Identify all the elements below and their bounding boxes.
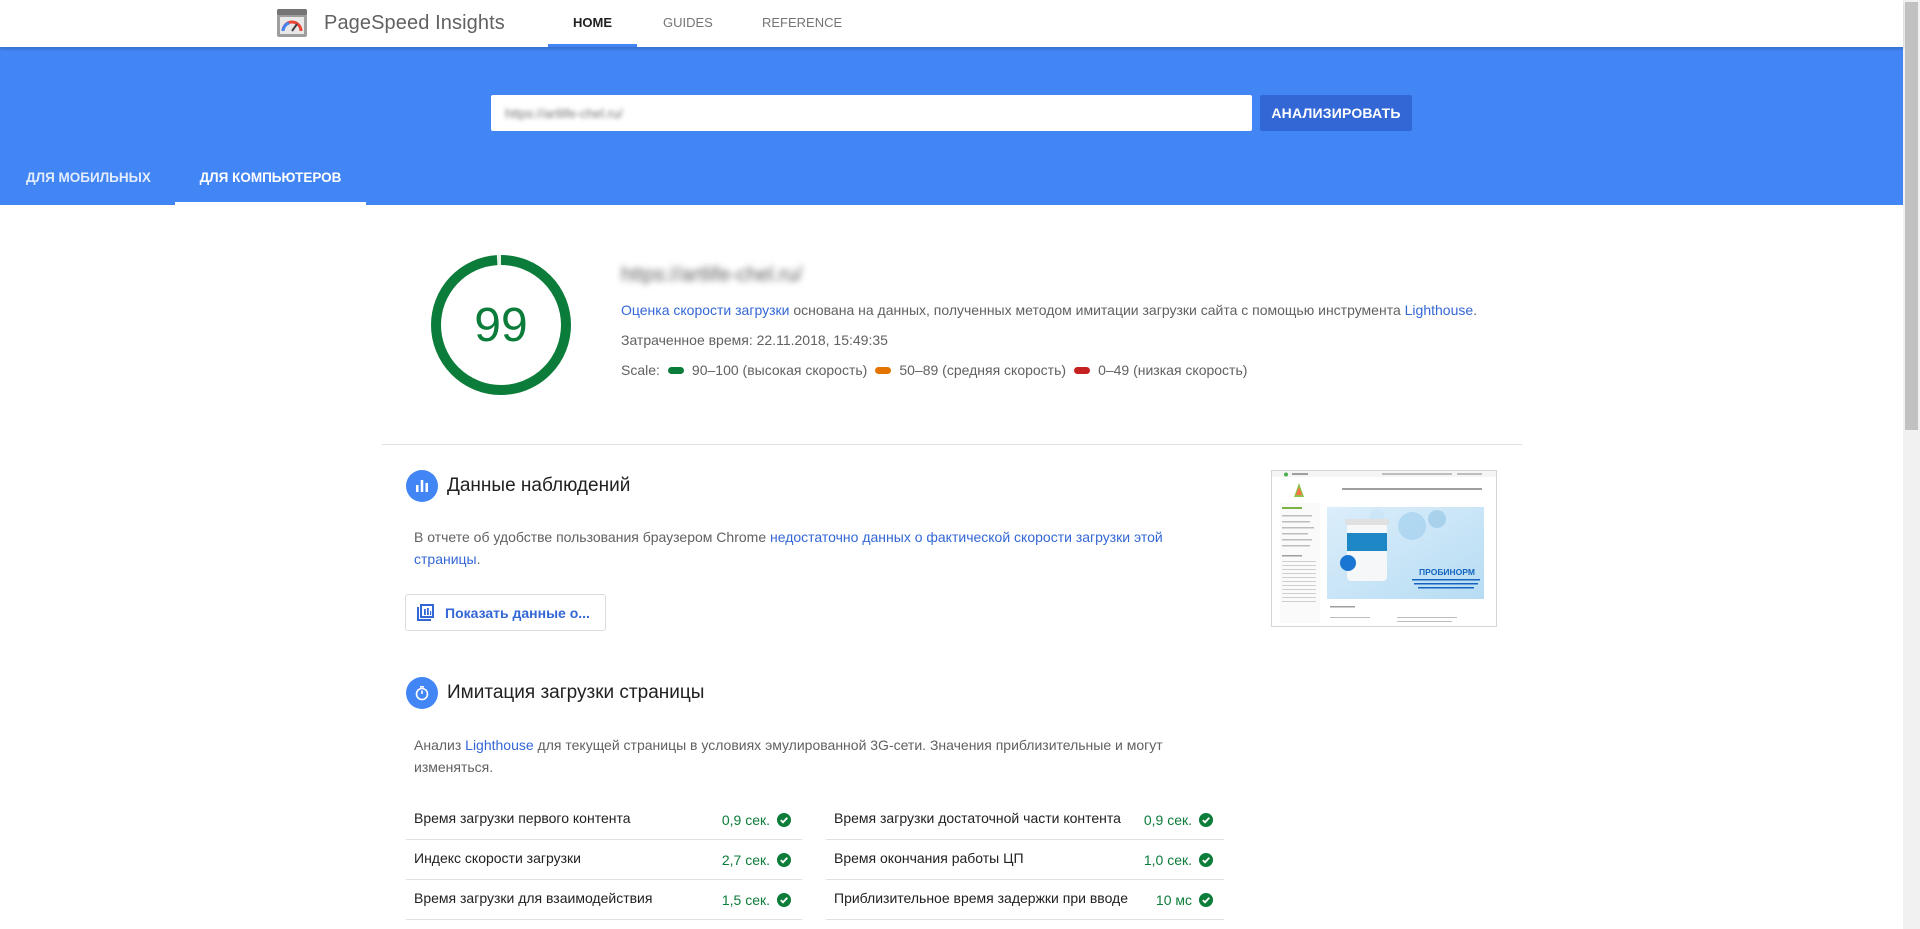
check-icon (777, 813, 791, 827)
scale-item-average: 50–89 (средняя скорость) (867, 362, 1066, 378)
slow-indicator-icon (1074, 366, 1091, 374)
url-input[interactable]: https://artlife-chel.ru/ (491, 95, 1252, 131)
metric-value: 1,5 сек. (721, 892, 770, 908)
analyzed-url: https://artlife-chel.ru/ (621, 264, 803, 286)
metric-row: Приблизительное время задержки при вводе… (826, 880, 1224, 920)
show-origin-data-label: Показать данные о... (445, 604, 590, 621)
divider (382, 444, 1522, 445)
lab-data-text: Анализ Lighthouse для текущей страницы в… (414, 734, 1163, 778)
metric-label: Индекс скорости загрузки (414, 850, 581, 866)
metric-row: Время загрузки первого контента 0,9 сек. (406, 800, 802, 840)
fast-indicator-icon (667, 366, 684, 374)
elapsed-time: Затраченное время: 22.11.2018, 15:49:35 (621, 332, 888, 348)
nav-guides[interactable]: GUIDES (663, 0, 713, 47)
insufficient-data-link-2[interactable]: страницы (414, 551, 477, 567)
metric-row: Время загрузки достаточной части контент… (826, 800, 1224, 840)
metric-label: Время окончания работы ЦП (834, 850, 1024, 866)
analyze-button[interactable]: АНАЛИЗИРОВАТЬ (1260, 95, 1412, 131)
field-data-text-before: В отчете об удобстве пользования браузер… (414, 529, 770, 545)
summary-end: . (1473, 302, 1478, 318)
nav-reference[interactable]: REFERENCE (762, 0, 842, 47)
show-origin-data-button[interactable]: Показать данные о... (405, 594, 606, 631)
metric-row: Индекс скорости загрузки 2,7 сек. (406, 840, 802, 880)
stopwatch-icon (406, 677, 438, 709)
url-input-value: https://artlife-chel.ru/ (505, 105, 623, 121)
scale-item-slow: 0–49 (низкая скорость) (1066, 362, 1247, 378)
scale-fast-label: 90–100 (высокая скорость) (691, 362, 868, 378)
scale-slow-label: 0–49 (низкая скорость) (1098, 362, 1248, 378)
hero-header: https://artlife-chel.ru/ АНАЛИЗИРОВАТЬ Д… (0, 47, 1903, 205)
field-data-text: В отчете об удобстве пользования браузер… (414, 526, 1163, 570)
pagespeed-logo-icon (277, 9, 307, 37)
page-screenshot-thumbnail: ПРОБИНОРМ (1271, 470, 1497, 627)
metric-value: 0,9 сек. (721, 812, 770, 828)
metric-label: Время загрузки достаточной части контент… (834, 810, 1121, 826)
scrollbar-thumb[interactable] (1905, 2, 1918, 430)
metric-value: 2,7 сек. (721, 852, 770, 868)
scale-label: Scale: (621, 362, 660, 378)
metric-value: 0,9 сек. (1143, 812, 1192, 828)
top-navbar: PageSpeed Insights HOME GUIDES REFERENCE (0, 0, 1903, 47)
lab-data-text-line2: изменяться. (414, 759, 494, 775)
thumbnail-banner-title: ПРОБИНОРМ (1419, 567, 1475, 577)
library-icon (417, 603, 434, 621)
speed-score-link[interactable]: Оценка скорости загрузки (621, 302, 789, 318)
score-value: 99 (474, 298, 528, 352)
check-icon (777, 893, 791, 907)
metric-row: Время загрузки для взаимодействия 1,5 се… (406, 880, 802, 920)
check-icon (1199, 893, 1213, 907)
tab-desktop[interactable]: ДЛЯ КОМПЬЮТЕРОВ (175, 152, 366, 205)
metric-label: Время загрузки для взаимодействия (414, 890, 653, 906)
score-scale: Scale: 90–100 (высокая скорость) 50–89 (… (621, 362, 1247, 378)
metric-label: Время загрузки первого контента (414, 810, 631, 826)
nav-home[interactable]: HOME (548, 0, 637, 47)
insufficient-data-link[interactable]: недостаточно данных о фактической скорос… (770, 529, 1163, 545)
check-icon (1199, 853, 1213, 867)
lab-data-title: Имитация загрузки страницы (447, 682, 705, 703)
app-title: PageSpeed Insights (324, 11, 505, 34)
average-indicator-icon (875, 366, 892, 374)
metric-value: 10 мс (1155, 892, 1192, 908)
metric-label: Приблизительное время задержки при вводе (834, 890, 1128, 906)
bar-chart-icon (406, 470, 438, 502)
logo[interactable]: PageSpeed Insights (277, 9, 505, 37)
lab-data-text-after: для текущей страницы в условиях эмулиров… (533, 737, 1163, 753)
metric-row: Время окончания работы ЦП 1,0 сек. (826, 840, 1224, 880)
score-summary: Оценка скорости загрузки основана на дан… (621, 302, 1477, 318)
lab-data-text-before: Анализ (414, 737, 466, 753)
scale-item-fast: 90–100 (высокая скорость) (660, 362, 867, 378)
metric-value: 1,0 сек. (1143, 852, 1192, 868)
check-icon (777, 853, 791, 867)
lab-lighthouse-link[interactable]: Lighthouse (465, 737, 534, 753)
check-icon (1199, 813, 1213, 827)
scale-average-label: 50–89 (средняя скорость) (899, 362, 1067, 378)
field-data-title: Данные наблюдений (447, 475, 631, 496)
field-data-text-after: . (476, 551, 481, 567)
lighthouse-link[interactable]: Lighthouse (1405, 302, 1474, 318)
tab-mobile[interactable]: ДЛЯ МОБИЛЬНЫХ (26, 152, 151, 205)
summary-text: основана на данных, полученных методом и… (789, 302, 1405, 318)
